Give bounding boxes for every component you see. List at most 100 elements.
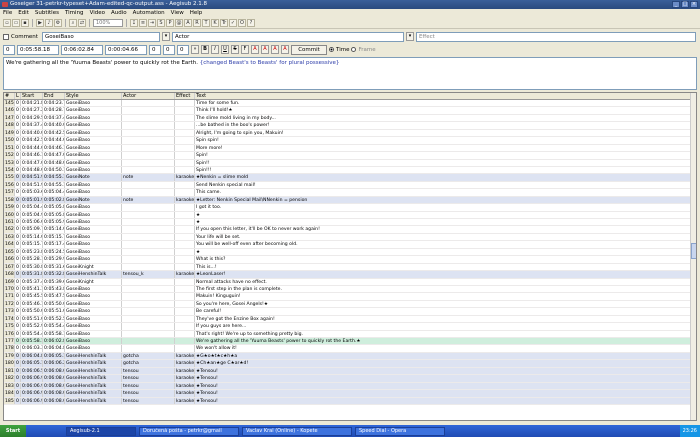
table-row[interactable]: 17600:05:54.490:05:58.18GoseiBasoThat's … [4, 330, 696, 338]
styles-manager-icon[interactable]: S [157, 19, 165, 27]
close-icon[interactable]: × [690, 1, 698, 8]
actor-dropdown-icon[interactable]: ▾ [405, 32, 414, 41]
table-row[interactable]: 16700:05:30.860:05:31.60GoseiKnightThis … [4, 263, 696, 272]
header-number[interactable]: # [4, 93, 15, 99]
header-text[interactable]: Text [195, 93, 696, 99]
maximize-icon[interactable]: □ [681, 1, 689, 8]
table-row[interactable]: 17900:06:04.850:06:05.18GoseiHenshinTalk… [4, 352, 696, 361]
find-icon[interactable]: ⌕ [69, 19, 77, 27]
table-row[interactable]: 17200:05:46.180:05:50.06GoseiBasoSo you'… [4, 300, 696, 309]
actor-field[interactable]: Actor [171, 31, 404, 42]
jump-to-icon[interactable]: ↧ [130, 19, 138, 27]
new-file-icon[interactable]: ▫ [3, 19, 11, 27]
zoom-select[interactable]: 100% [93, 19, 123, 27]
table-row[interactable]: 15900:05:04.490:05:05.81GoseiBasoI got i… [4, 204, 696, 212]
task-kopete[interactable]: Vaclav Kral (Online) - Kopete [242, 426, 352, 436]
shadow-color-icon[interactable]: A [281, 45, 289, 54]
effect-field[interactable]: Effect [415, 31, 696, 42]
table-row[interactable]: 15300:04:47.080:04:48.04GoseiBasoSpin!! [4, 159, 696, 167]
table-row[interactable]: 17300:05:50.060:05:51.08GoseiBasoBe care… [4, 308, 696, 316]
table-row[interactable]: 16900:05:37.460:05:39.61GoseiKnightNorma… [4, 278, 696, 286]
time-radio[interactable] [329, 47, 334, 52]
override-icon[interactable]: » [191, 45, 199, 54]
style-dropdown-icon[interactable]: ▾ [161, 32, 170, 41]
outline-color-icon[interactable]: A [271, 45, 279, 54]
kanji-timer-icon[interactable]: K [211, 19, 219, 27]
table-row[interactable]: 16300:05:14.080:05:15.71GoseiBasoYour li… [4, 233, 696, 242]
task-mail[interactable]: Doručená pošta - petrkr@gmail [139, 426, 239, 436]
margin-right-field[interactable]: 0 [163, 44, 175, 55]
table-row[interactable]: 18200:06:06.960:06:08.01GoseiHenshinTalk… [4, 375, 696, 383]
bold-icon[interactable]: B [201, 45, 209, 54]
grid-scrollbar[interactable] [690, 93, 696, 420]
table-row[interactable]: 16600:05:28.150:05:29.93GoseiBasoWhat is… [4, 256, 696, 264]
table-row[interactable]: 18500:06:06.960:06:08.01GoseiHenshinTalk… [4, 397, 696, 405]
options-icon[interactable]: O [238, 19, 246, 27]
help-icon[interactable]: ? [247, 19, 255, 27]
menu-subtitles[interactable]: Subtitles [35, 9, 59, 18]
menu-audio[interactable]: Audio [111, 9, 127, 18]
table-row[interactable]: 17500:05:52.900:05:54.49GoseiBasoIf you … [4, 323, 696, 331]
table-row[interactable]: 17800:06:03.350:06:04.85GoseiBasoWe won'… [4, 345, 696, 353]
table-row[interactable]: 17400:05:51.080:05:52.50GoseiBasoThey've… [4, 315, 696, 324]
layer-field[interactable]: 0 [3, 44, 15, 55]
table-row[interactable]: 18000:06:05.180:06:06.26GoseiHenshinTalk… [4, 360, 696, 368]
table-row[interactable]: 14700:04:29.500:04:37.43GoseiBasoThe sli… [4, 114, 696, 123]
table-row[interactable]: 15700:05:03.690:05:04.49GoseiBasoThis ca… [4, 189, 696, 197]
table-row[interactable]: 15500:04:51.910:04:55.15GoseiNotenotekar… [4, 174, 696, 182]
resample-icon[interactable]: R [193, 19, 201, 27]
header-style[interactable]: Style [65, 93, 122, 99]
header-effect[interactable]: Effect [175, 93, 195, 99]
table-row[interactable]: 16800:05:31.860:05:32.88GoseiHenshinTalk… [4, 271, 696, 279]
table-row[interactable]: 17000:05:41.180:05:43.86GoseiBasoThe fir… [4, 285, 696, 294]
table-row[interactable]: 16400:05:15.710:05:17.40GoseiBasoYou wil… [4, 241, 696, 249]
timing-postprocessor-icon[interactable]: T [202, 19, 210, 27]
table-row[interactable]: 15400:04:48.040:04:50.11GoseiBasoSpin!!! [4, 166, 696, 175]
italic-icon[interactable]: I [211, 45, 219, 54]
minimize-icon[interactable]: _ [672, 1, 680, 8]
table-row[interactable]: 16100:05:06.060:05:05.95GoseiBaso★ [4, 219, 696, 227]
table-row[interactable]: 16000:05:04.990:05:05.81GoseiBaso★ [4, 211, 696, 219]
table-row[interactable]: 14600:04:27.200:04:28.78GoseiBasoThink I… [4, 107, 696, 115]
menu-video[interactable]: Video [90, 9, 105, 18]
table-row[interactable]: 14500:04:21.820:04:23.70GoseiBasoTime fo… [4, 100, 696, 108]
menu-automation[interactable]: Automation [133, 9, 165, 18]
table-row[interactable]: 15100:04:44.050:04:46.14GoseiBasoMore mo… [4, 144, 696, 153]
primary-color-icon[interactable]: A [251, 45, 259, 54]
automation-icon[interactable]: ⚙ [54, 19, 62, 27]
menu-file[interactable]: File [3, 9, 12, 18]
attachments-icon[interactable]: @ [175, 19, 183, 27]
header-start[interactable]: Start [21, 93, 43, 99]
font-face-icon[interactable]: F [241, 45, 249, 54]
replace-icon[interactable]: ⇄ [78, 19, 86, 27]
table-row[interactable]: 14800:04:37.430:04:40.02GoseiBaso...be b… [4, 122, 696, 130]
table-row[interactable]: 16200:05:09.750:05:14.08GoseiBasoIf you … [4, 226, 696, 234]
menu-timing[interactable]: Timing [65, 9, 84, 18]
comment-checkbox[interactable] [3, 33, 9, 40]
save-icon[interactable]: ▪ [21, 19, 29, 27]
open-video-icon[interactable]: ▶ [36, 19, 44, 27]
subtitle-text-editor[interactable]: We're gathering all the 'Yuuma Beasts' p… [3, 57, 697, 90]
fonts-collector-icon[interactable]: A [184, 19, 192, 27]
margin-left-field[interactable]: 0 [149, 44, 161, 55]
shift-times-icon[interactable]: ⇥ [148, 19, 156, 27]
table-row[interactable]: 18100:06:06.560:06:08.01GoseiHenshinTalk… [4, 367, 696, 376]
secondary-color-icon[interactable]: A [261, 45, 269, 54]
task-opera[interactable]: Speed Dial - Opera [355, 426, 445, 436]
spell-check-icon[interactable]: ✓ [229, 19, 237, 27]
underline-icon[interactable]: U [221, 45, 229, 54]
commit-button[interactable]: Commit [291, 44, 327, 55]
style-select[interactable]: GoseiBaso [41, 31, 160, 42]
table-row[interactable]: 15200:04:46.140:04:47.08GoseiBasoSpin! [4, 152, 696, 160]
menu-help[interactable]: Help [190, 9, 203, 18]
task-aegisub[interactable]: Aegisub-2.1 [66, 426, 136, 436]
table-row[interactable]: 17100:05:45.570:05:47.53GoseiBasoMakuin!… [4, 293, 696, 301]
properties-icon[interactable]: P [166, 19, 174, 27]
frame-radio[interactable] [351, 47, 357, 52]
end-time-field[interactable]: 0:06:02.84 [61, 44, 103, 55]
translation-assistant-icon[interactable]: Tr [220, 19, 228, 27]
start-button[interactable]: Start [0, 425, 26, 437]
menu-view[interactable]: View [171, 9, 184, 18]
margin-vertical-field[interactable]: 0 [177, 44, 189, 55]
strikeout-icon[interactable]: S [231, 45, 239, 54]
